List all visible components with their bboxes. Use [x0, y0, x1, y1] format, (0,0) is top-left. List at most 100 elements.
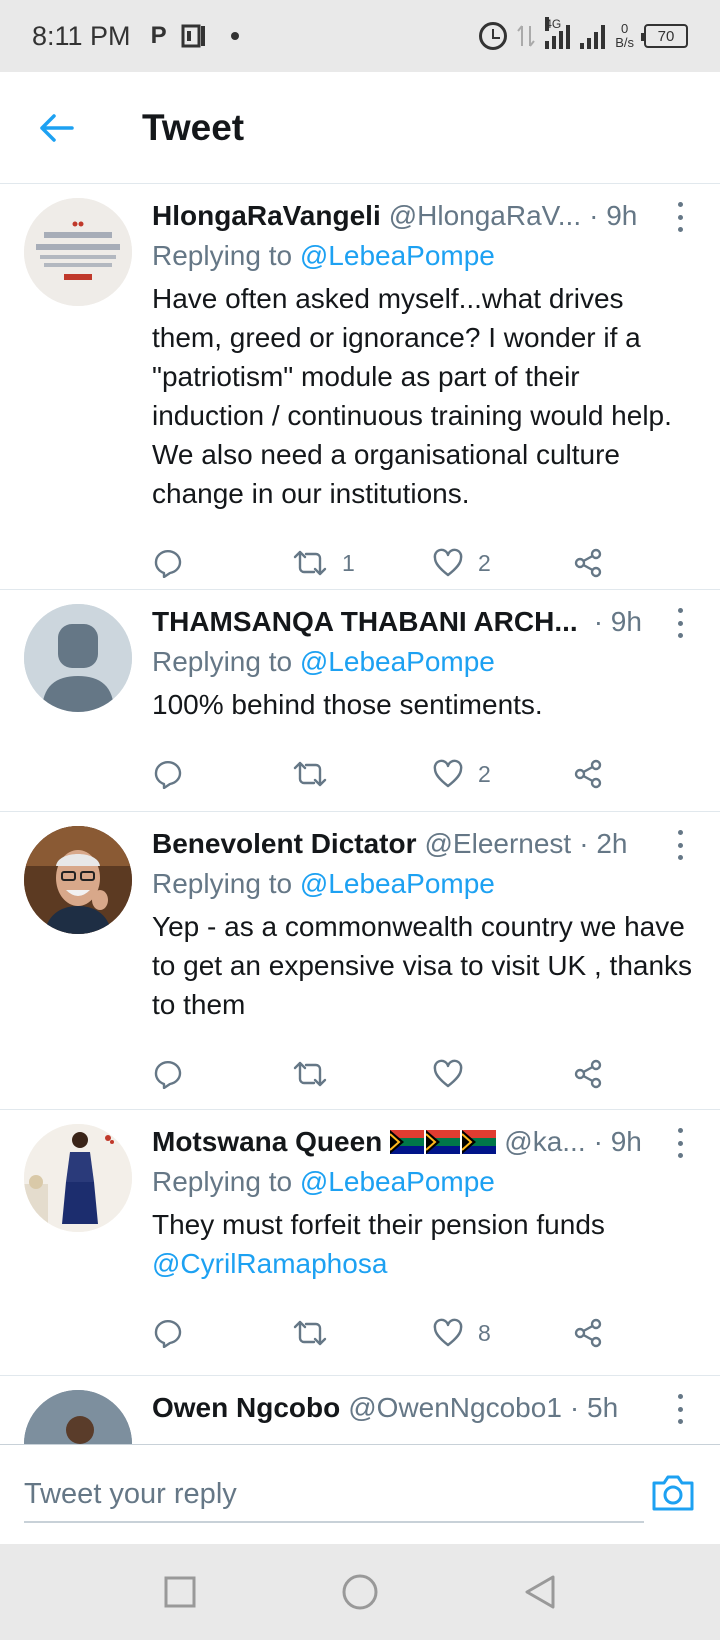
tweet-text: Have often asked myself...what drives th… [152, 283, 672, 509]
parking-icon: P [150, 22, 167, 49]
tweet-item[interactable]: HlongaRaVangeli @HlongaRaV... · 9h Reply… [0, 184, 720, 590]
share-icon [574, 1318, 602, 1348]
display-name[interactable]: THAMSANQA THABANI ARCH... [152, 602, 578, 642]
reply-button[interactable] [152, 548, 292, 578]
like-count: 2 [478, 760, 491, 787]
network-speed: 0 B/s [615, 22, 634, 50]
like-button[interactable]: 2 [432, 759, 572, 789]
signal-strength-icon [580, 23, 606, 49]
display-name[interactable]: Benevolent Dictator [152, 824, 417, 864]
flag-icons [390, 1130, 497, 1154]
tweet-item[interactable]: Benevolent Dictator @Eleernest · 2h Repl… [0, 812, 720, 1110]
more-options-button[interactable] [670, 1128, 690, 1158]
tweet-item[interactable]: Motswana Queen @ka... · 9h Replying to @… [0, 1110, 720, 1376]
tweet-header: HlongaRaVangeli @HlongaRaV... · 9h [152, 196, 696, 236]
tweet-actions: 2 [152, 734, 696, 814]
more-options-button[interactable] [670, 608, 690, 638]
tweet-item[interactable]: THAMSANQA THABANI ARCH... · 9h Replying … [0, 590, 720, 812]
avatar[interactable] [24, 198, 132, 306]
replying-to-link[interactable]: @LebeaPompe [300, 646, 495, 677]
heart-icon [433, 1059, 463, 1088]
avatar[interactable] [24, 604, 132, 712]
status-time: 8:11 PM [32, 20, 131, 51]
network-speed-unit: B/s [615, 35, 634, 50]
reply-button[interactable] [152, 1059, 292, 1089]
camera-icon [652, 1475, 694, 1511]
like-button[interactable]: 8 [432, 1318, 572, 1348]
avatar[interactable] [24, 1124, 132, 1232]
replying-to: Replying to @LebeaPompe [152, 642, 696, 682]
share-button[interactable] [572, 1059, 632, 1089]
retweet-icon [293, 1320, 327, 1346]
tweet-header: Motswana Queen @ka... · 9h [152, 1122, 696, 1162]
user-handle[interactable]: @OwenNgcobo1 [348, 1388, 562, 1428]
tweet-actions: 8 [152, 1293, 696, 1373]
system-back-button[interactable] [520, 1572, 560, 1612]
retweet-button[interactable]: 1 [292, 548, 432, 578]
reply-icon [154, 550, 182, 578]
replying-to-link[interactable]: @LebeaPompe [300, 240, 495, 271]
user-handle[interactable]: @ka... [504, 1122, 585, 1162]
like-button[interactable] [432, 1059, 572, 1089]
avatar-image [24, 198, 132, 306]
avatar[interactable] [24, 1390, 132, 1444]
like-count: 8 [478, 1319, 491, 1346]
data-transfer-icon [517, 25, 535, 47]
camera-button[interactable] [650, 1473, 696, 1513]
battery-level: 70 [657, 27, 675, 45]
avatar-photo [24, 1124, 132, 1232]
more-options-button[interactable] [670, 830, 690, 860]
share-button[interactable] [572, 1318, 632, 1348]
avatar[interactable] [24, 826, 132, 934]
more-options-button[interactable] [670, 202, 690, 232]
status-bar: 8:11 PM P 4G 0 B/s 70 [0, 0, 720, 72]
replying-to: Replying to @LebeaPompe [152, 1162, 696, 1202]
retweet-button[interactable] [292, 759, 432, 789]
tweet-actions [152, 1034, 696, 1114]
replies-feed[interactable]: HlongaRaVangeli @HlongaRaV... · 9h Reply… [0, 184, 720, 1444]
south-africa-flag-icon [390, 1130, 425, 1154]
share-button[interactable] [572, 759, 632, 789]
display-name[interactable]: HlongaRaVangeli [152, 196, 381, 236]
like-button[interactable]: 2 [432, 548, 572, 578]
user-handle[interactable]: @HlongaRaV... [389, 196, 581, 236]
retweet-icon [293, 550, 327, 576]
alarm-icon [479, 22, 508, 50]
reply-input[interactable] [24, 1467, 644, 1523]
retweet-button[interactable] [292, 1318, 432, 1348]
back-button[interactable] [26, 98, 86, 158]
share-button[interactable] [572, 548, 632, 578]
more-options-button[interactable] [670, 1394, 690, 1424]
mention-link[interactable]: @CyrilRamaphosa [152, 1248, 387, 1279]
recents-button[interactable] [160, 1572, 200, 1612]
tweet-header: Benevolent Dictator @Eleernest · 2h [152, 824, 696, 864]
replying-to-link[interactable]: @LebeaPompe [300, 1166, 495, 1197]
avatar-photo [24, 826, 132, 934]
tweet-time: · 2h [579, 828, 628, 859]
square-icon [164, 1576, 196, 1608]
page-title: Tweet [142, 106, 245, 148]
reply-icon [154, 761, 182, 789]
notification-app-icon [181, 23, 207, 49]
reply-composer [0, 1444, 720, 1544]
replying-to: Replying to @LebeaPompe [152, 236, 696, 276]
tweet-item[interactable]: Owen Ngcobo @OwenNgcobo1 · 5h [0, 1376, 720, 1444]
replying-to-link[interactable]: @LebeaPompe [300, 868, 495, 899]
heart-icon [433, 759, 463, 788]
retweet-button[interactable] [292, 1059, 432, 1089]
battery-icon: 70 [641, 24, 688, 48]
replying-to: Replying to @LebeaPompe [152, 864, 696, 904]
home-button[interactable] [340, 1572, 380, 1612]
replying-to-label: Replying to [152, 646, 300, 677]
tweet-time: · 9h [593, 606, 642, 637]
network-type: 4G [545, 17, 562, 31]
reply-button[interactable] [152, 759, 292, 789]
share-icon [574, 548, 602, 578]
reply-button[interactable] [152, 1318, 292, 1348]
display-name[interactable]: Motswana Queen [152, 1122, 382, 1162]
signal-4g-icon: 4G [545, 17, 571, 49]
network-speed-value: 0 [620, 21, 629, 36]
display-name[interactable]: Owen Ngcobo [152, 1388, 340, 1428]
user-handle[interactable]: @Eleernest [425, 824, 572, 864]
retweet-icon [293, 1061, 327, 1087]
